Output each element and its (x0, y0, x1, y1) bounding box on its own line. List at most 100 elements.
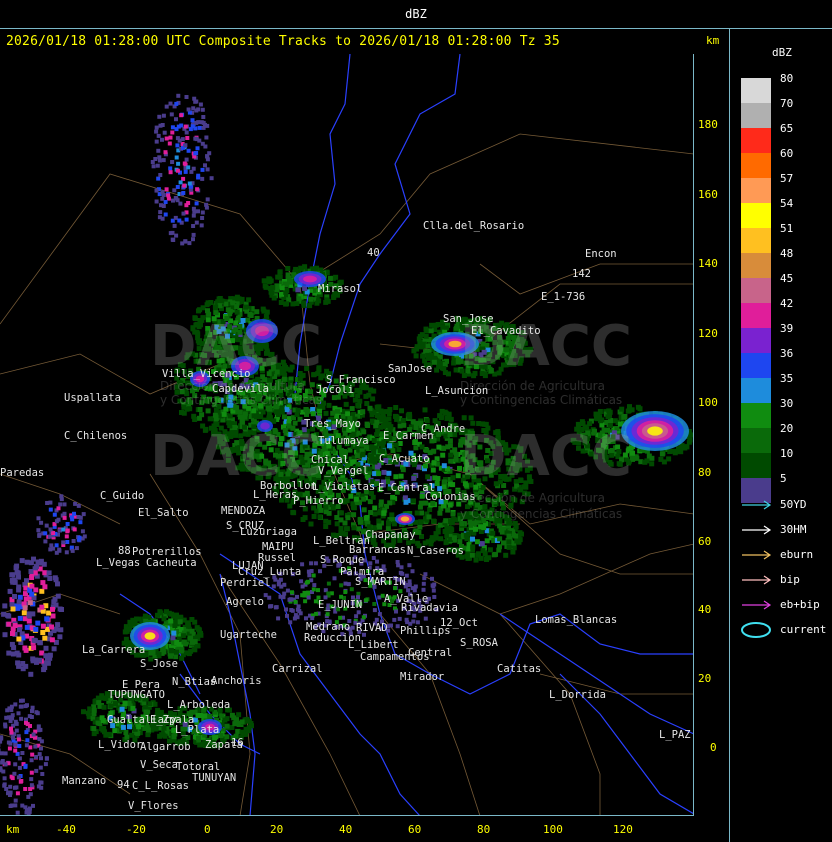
echo-pixel (400, 467, 406, 473)
x-tick-label: -20 (126, 823, 146, 836)
echo-pixel (28, 569, 34, 574)
echo-pixel (51, 531, 56, 535)
echo-pixel (197, 407, 203, 412)
echo-pixel (42, 635, 48, 641)
echo-pixel (236, 296, 242, 302)
city-label: 94 (117, 779, 130, 791)
echo-pixel (42, 665, 48, 670)
echo-pixel (368, 510, 374, 515)
echo-pixel (38, 559, 44, 565)
legend-level-label: 60 (780, 147, 794, 160)
echo-pixel (186, 107, 191, 112)
echo-pixel (181, 176, 186, 181)
echo-pixel (59, 607, 64, 612)
echo-pixel (363, 515, 369, 521)
radar-map[interactable]: DACC DACC DACC DACC Dirección de Agricul… (0, 54, 694, 816)
echo-pixel (389, 623, 393, 628)
echo-pixel (170, 160, 175, 164)
echo-pixel (393, 442, 399, 448)
city-label: Russel (258, 552, 296, 564)
track-legend-label: eb+bip (780, 598, 820, 611)
echo-pixel (658, 456, 664, 462)
echo-pixel (184, 95, 189, 99)
echo-pixel (196, 209, 200, 214)
echo-pixel (177, 619, 183, 625)
echo-pixel (437, 510, 443, 516)
echo-pixel (154, 139, 159, 144)
echo-pixel (186, 148, 191, 153)
echo-pixel (343, 401, 349, 407)
echo-pixel (251, 408, 257, 414)
echo-pixel (174, 117, 178, 122)
echo-pixel (310, 616, 315, 621)
echo-pixel (195, 187, 200, 192)
echo-pixel (349, 587, 354, 592)
echo-pixel (357, 398, 363, 404)
city-label: Cacheuta (146, 557, 197, 569)
echo-pixel (387, 407, 393, 412)
echo-pixel (24, 624, 30, 630)
echo-pixel (271, 584, 276, 589)
echo-pixel (239, 719, 245, 725)
x-tick-label: -40 (56, 823, 76, 836)
echo-pixel (306, 595, 311, 600)
echo-pixel (25, 703, 29, 708)
echo-pixel (204, 135, 209, 140)
echo-pixel (416, 464, 422, 470)
city-label: Tulumaya (318, 435, 369, 447)
echo-pixel (17, 756, 22, 761)
echo-pixel (142, 613, 148, 619)
watermark-line2-a: y Contingencias Climáticas (160, 393, 323, 407)
echo-pixel (364, 598, 368, 603)
echo-pixel (160, 123, 165, 127)
echo-pixel (386, 521, 392, 527)
echo-pixel (17, 615, 23, 621)
echo-pixel (28, 671, 34, 677)
echo-pixel (12, 579, 18, 585)
echo-pixel (24, 720, 28, 725)
city-label: Borbollon (260, 480, 317, 492)
city-label: Manzano (62, 775, 107, 787)
echo-pixel (451, 535, 457, 541)
echo-pixel (439, 414, 444, 420)
echo-pixel (8, 804, 13, 808)
echo-pixel (183, 143, 188, 148)
echo-pixel (386, 470, 392, 476)
echo-pixel (194, 201, 199, 206)
echo-pixel (80, 529, 85, 534)
echo-pixel (205, 167, 210, 172)
city-label: V_Flores (128, 800, 179, 812)
echo-pixel (201, 115, 206, 119)
city-label: Phillips (400, 625, 451, 637)
echo-pixel (597, 409, 603, 414)
echo-pixel (371, 449, 377, 455)
echo-pixel (178, 648, 184, 654)
echo-pixel (343, 590, 348, 594)
echo-pixel (235, 728, 241, 734)
echo-pixel (154, 125, 159, 130)
echo-pixel (156, 176, 161, 181)
echo-pixel (423, 572, 428, 577)
city-label: P_Hierro (293, 495, 344, 507)
echo-pixel (335, 409, 340, 415)
echo-pixel (72, 511, 76, 516)
echo-pixel (360, 451, 366, 457)
echo-pixel (33, 744, 38, 749)
echo-pixel (3, 751, 8, 756)
echo-pixel (175, 185, 180, 189)
echo-pixel (229, 712, 235, 718)
echo-pixel (24, 559, 30, 565)
echo-pixel (263, 284, 269, 290)
echo-pixel (273, 605, 278, 610)
echo-pixel (30, 705, 35, 710)
track-legend-label: eburn (780, 548, 814, 561)
city-label: TUPUNGATO (108, 689, 165, 701)
echo-pixel (16, 636, 22, 642)
echo-pixel (30, 752, 35, 757)
echo-pixel (28, 724, 32, 728)
echo-pixel (166, 193, 171, 198)
echo-pixel (423, 326, 429, 332)
legend-level-label: 5 (780, 472, 787, 485)
x-tick-label: 80 (477, 823, 491, 836)
echo-pixel (269, 604, 274, 609)
